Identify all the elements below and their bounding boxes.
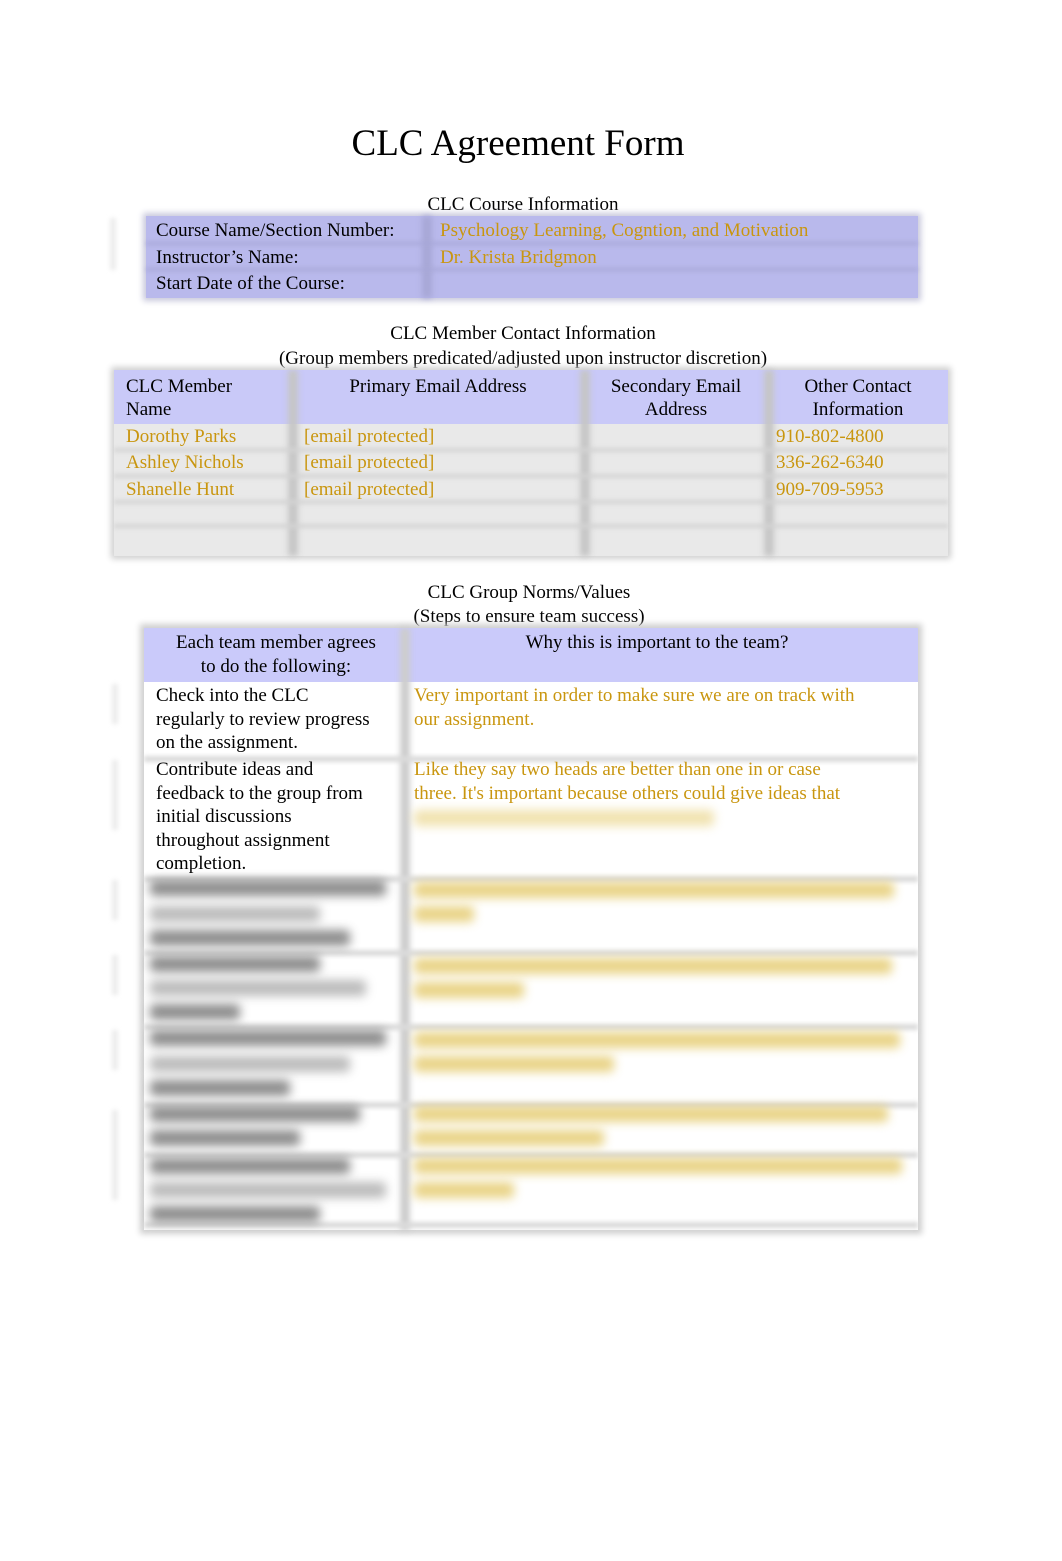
course-info-caption: CLC Course Information: [427, 194, 619, 215]
primary-email-cell[interactable]: [email protected]: [304, 478, 434, 501]
column-divider: [400, 628, 410, 1230]
obscured-text: [150, 1030, 386, 1046]
column-header-primary-email: Primary Email Address: [300, 375, 576, 398]
text-line: Check into the CLC: [156, 685, 309, 706]
obscured-text: [150, 880, 386, 896]
obscured-text: [414, 882, 894, 898]
text-line: completion.: [156, 853, 247, 874]
column-header-secondary-email: Secondary Email Address: [592, 375, 760, 421]
course-name-field[interactable]: Psychology Learning, Cogntion, and Motiv…: [440, 218, 808, 244]
header-line: Information: [812, 399, 904, 420]
text-line: throughout assignment: [156, 829, 330, 851]
margin-mark: [112, 760, 118, 830]
other-contact-cell[interactable]: 336-262-6340: [776, 451, 884, 474]
agreement-cell: Contribute ideas and feedback to the gro…: [156, 758, 363, 876]
text-line: initial discussions: [156, 806, 292, 827]
instructor-name-label: Instructor’s Name:: [156, 247, 299, 268]
margin-mark: [112, 684, 118, 724]
text-line: three. It's important because others cou…: [414, 782, 841, 804]
header-line: to do the following:: [200, 655, 352, 677]
header-line: Other Contact: [804, 376, 912, 397]
text-line: Contribute ideas and: [156, 759, 314, 780]
column-header-importance: Why this is important to the team?: [410, 631, 904, 655]
text-line: on the assignment.: [156, 732, 298, 753]
obscured-text: [150, 1080, 290, 1096]
row-divider: [114, 524, 948, 528]
margin-mark: [112, 955, 118, 995]
document-title: CLC Agreement Form: [351, 123, 685, 164]
importance-cell[interactable]: Like they say two heads are better than …: [414, 758, 840, 805]
member-name-cell[interactable]: Dorothy Parks: [126, 425, 236, 448]
member-contacts-table: CLC Member Name Primary Email Address Se…: [114, 370, 948, 556]
member-contacts-caption: CLC Member Contact Information: [390, 323, 656, 344]
margin-mark: [112, 1030, 118, 1070]
text-line: Like they say two heads are better than …: [414, 759, 821, 780]
obscured-text: [414, 906, 474, 922]
obscured-text: [150, 930, 350, 946]
header-line: Why this is important to the team?: [525, 632, 789, 653]
other-contact-cell[interactable]: 910-802-4800: [776, 425, 884, 448]
obscured-text: [414, 1130, 604, 1146]
primary-email-cell[interactable]: [email protected]: [304, 425, 434, 448]
obscured-text: [150, 1158, 350, 1174]
column-header-other-contact: Other Contact Information: [774, 375, 942, 421]
text-line: regularly to review progress: [156, 708, 370, 730]
header-line: Name: [126, 399, 172, 420]
primary-email-cell[interactable]: [email protected]: [304, 451, 434, 474]
group-norms-subcaption: (Steps to ensure team success): [413, 606, 645, 627]
row-divider: [144, 1222, 918, 1228]
obscured-text: [150, 1130, 300, 1146]
header-line: CLC Member: [126, 376, 233, 397]
margin-mark: [110, 218, 116, 270]
header-line: Secondary Email: [610, 376, 742, 397]
start-date-label: Start Date of the Course:: [156, 273, 345, 294]
obscured-text: [150, 980, 366, 996]
column-divider: [288, 370, 298, 556]
header-line: Primary Email Address: [349, 376, 527, 397]
column-divider: [580, 370, 590, 556]
header-line: Each team member agrees: [176, 632, 376, 653]
importance-cell[interactable]: Very important in order to make sure we …: [414, 684, 855, 731]
obscured-text: [150, 1206, 320, 1222]
obscured-text: [150, 906, 320, 922]
obscured-text: [150, 1056, 350, 1072]
column-header-name: CLC Member Name: [126, 375, 232, 421]
margin-mark: [112, 880, 118, 920]
obscured-text: [150, 1182, 386, 1198]
obscured-text: [414, 1056, 614, 1072]
obscured-text: [150, 1106, 360, 1122]
obscured-text: [414, 1182, 514, 1198]
obscured-text: [414, 982, 524, 998]
obscured-text: [414, 1032, 900, 1048]
instructor-name-field[interactable]: Dr. Krista Bridgmon: [440, 245, 597, 271]
column-divider: [764, 370, 774, 556]
text-line: our assignment.: [414, 708, 535, 730]
obscured-text: [414, 1158, 902, 1174]
course-info-row: Course Name/Section Number: Psychology L…: [146, 218, 918, 244]
member-name-cell[interactable]: Ashley Nichols: [126, 451, 244, 474]
other-contact-cell[interactable]: 909-709-5953: [776, 478, 884, 501]
course-info-row: Instructor’s Name: Dr. Krista Bridgmon: [146, 245, 918, 271]
text-line: Very important in order to make sure we …: [414, 685, 855, 706]
column-header-agreement: Each team member agrees to do the follow…: [148, 631, 404, 678]
course-info-row: Start Date of the Course:: [146, 271, 918, 297]
obscured-text: [414, 958, 892, 974]
margin-mark: [112, 1110, 118, 1200]
member-contacts-subcaption: (Group members predicated/adjusted upon …: [278, 348, 768, 369]
obscured-text: [414, 810, 714, 826]
text-line: feedback to the group from: [156, 782, 363, 804]
course-name-label: Course Name/Section Number:: [156, 220, 395, 241]
obscured-text: [150, 956, 320, 972]
group-norms-caption: CLC Group Norms/Values: [427, 582, 631, 603]
header-line: Address: [644, 399, 708, 420]
course-info-table: Course Name/Section Number: Psychology L…: [146, 216, 918, 298]
agreement-cell: Check into the CLC regularly to review p…: [156, 684, 370, 755]
member-name-cell[interactable]: Shanelle Hunt: [126, 478, 234, 501]
obscured-text: [414, 1106, 888, 1122]
group-norms-table: Each team member agrees to do the follow…: [144, 628, 918, 1230]
obscured-text: [150, 1004, 240, 1020]
